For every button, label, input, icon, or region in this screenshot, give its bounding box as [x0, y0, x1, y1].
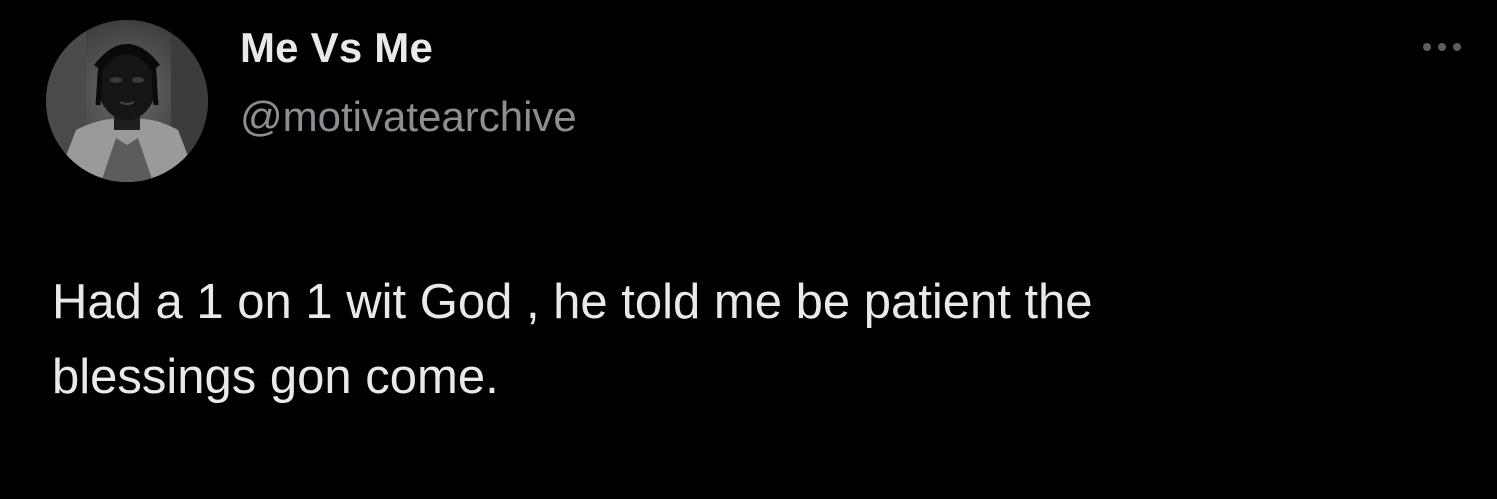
user-handle[interactable]: @motivatearchive [240, 93, 577, 141]
tweet-card: Me Vs Me @motivatearchive Had a 1 on 1 w… [0, 0, 1497, 499]
more-horizontal-icon-dot [1438, 43, 1446, 51]
more-horizontal-icon-dot [1453, 43, 1461, 51]
avatar-photo [46, 20, 208, 182]
more-horizontal-icon [1423, 43, 1431, 51]
display-name[interactable]: Me Vs Me [240, 24, 433, 72]
avatar[interactable] [46, 20, 208, 182]
tweet-text: Had a 1 on 1 wit God , he told me be pat… [52, 275, 1093, 404]
more-options-button[interactable] [1410, 32, 1474, 62]
